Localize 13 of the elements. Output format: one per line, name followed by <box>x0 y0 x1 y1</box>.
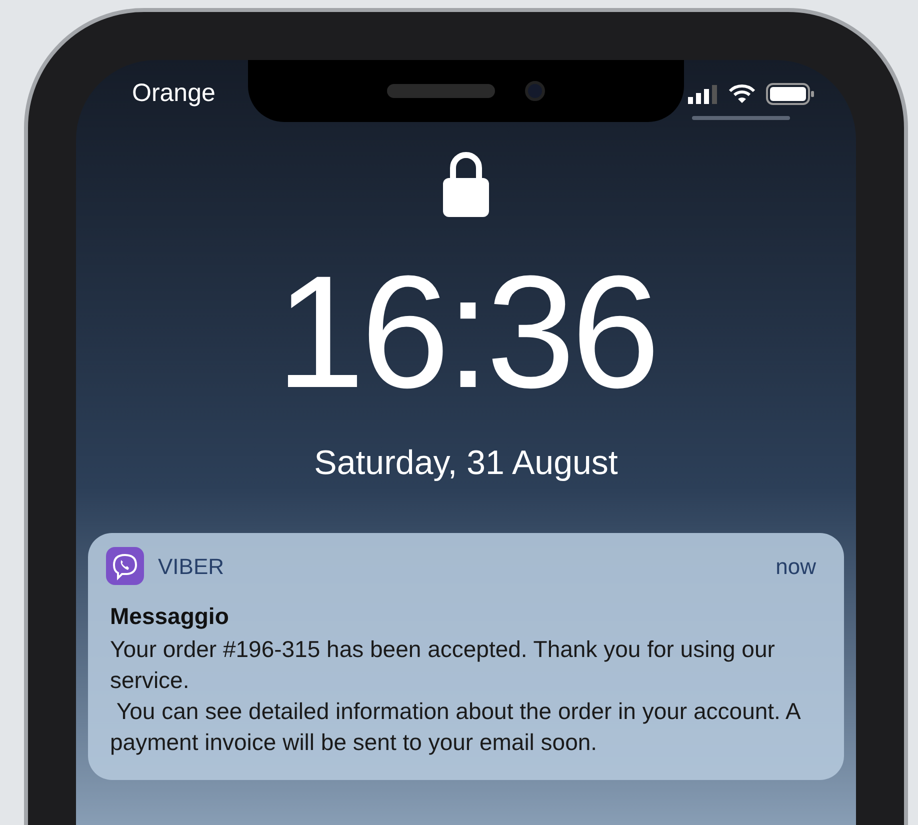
notification-title: Messaggio <box>110 602 230 631</box>
app-name: VIBER <box>158 552 224 580</box>
battery-icon <box>766 83 814 105</box>
chat-bubble-app-icon <box>106 547 144 585</box>
date-text: Saturday, 31 August <box>314 443 618 484</box>
lock-icon <box>442 150 490 218</box>
clock-time: 16:36 <box>276 252 656 412</box>
signal-icon <box>688 84 718 104</box>
notification-message: Your order #196-315 has been accepted. Thank you for using our service. You can see detailed information about the order in your account. A payment invoice will be sent to your email soon. <box>110 634 802 757</box>
camera-lens <box>525 81 545 101</box>
notification-time: now <box>776 552 816 580</box>
wifi-icon <box>728 84 756 104</box>
carrier-name: Orange <box>132 78 216 110</box>
